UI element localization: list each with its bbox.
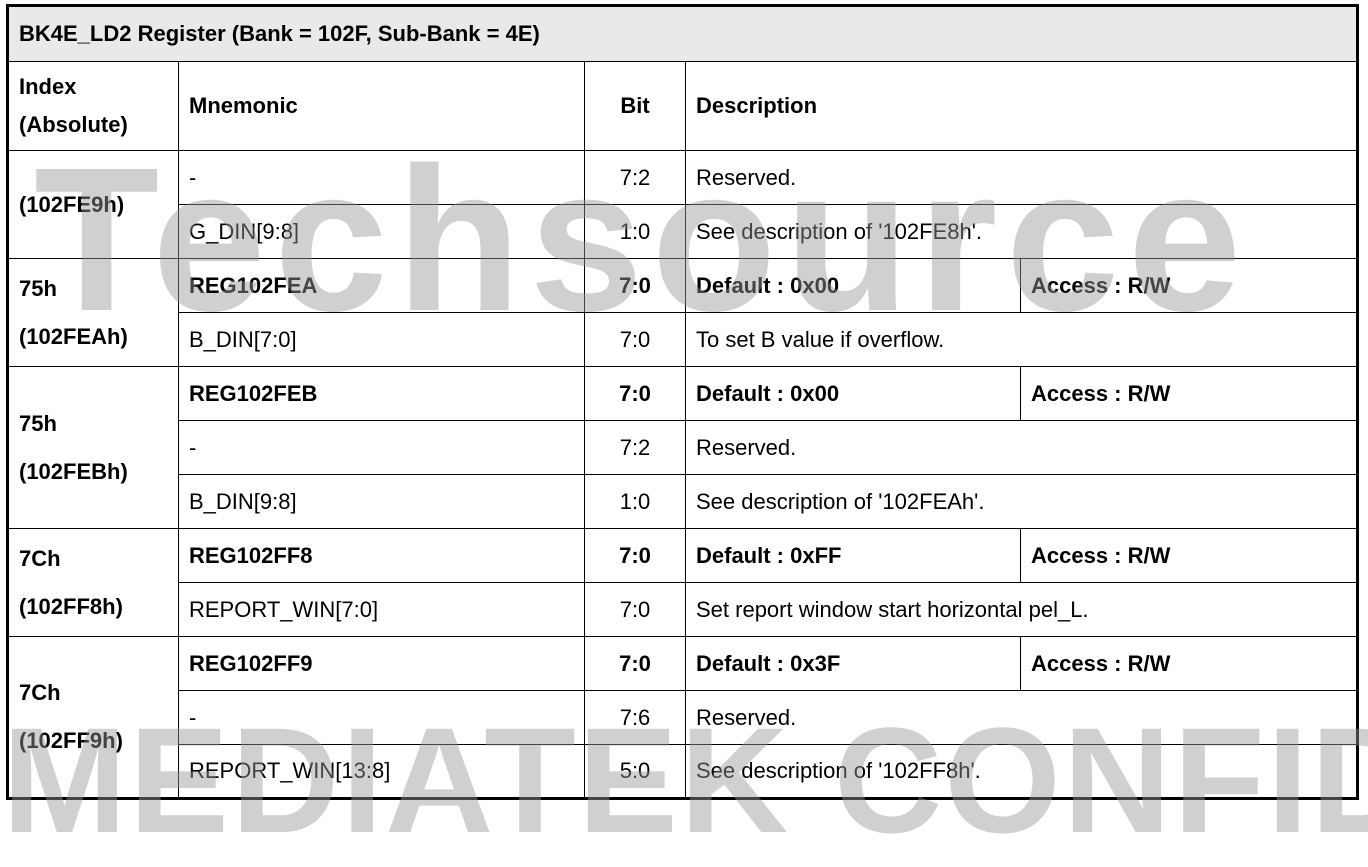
bit-cell: 1:0 xyxy=(584,474,686,529)
mnemonic-cell: - xyxy=(178,150,585,205)
description-cell: See description of '102FF8h'. xyxy=(684,744,1359,799)
index-line1: (102FE9h) xyxy=(19,191,125,217)
index-line2: (102FEBh) xyxy=(19,458,128,484)
table-row: REPORT_WIN[7:0] 7:0 Set report window st… xyxy=(8,582,1359,637)
bit-cell: 7:6 xyxy=(584,690,686,745)
header-mnemonic: Mnemonic xyxy=(178,61,585,151)
index-line1: 75h xyxy=(19,410,57,436)
index-cell: 7Ch (102FF9h) xyxy=(7,636,179,799)
index-cell: 75h (102FEAh) xyxy=(7,258,179,367)
register-name-cell: REG102FEA xyxy=(178,258,585,313)
index-line2: (102FF8h) xyxy=(19,593,123,619)
access-cell: Access : R/W xyxy=(1019,528,1359,583)
mnemonic-cell: B_DIN[7:0] xyxy=(178,312,585,367)
table-title-row: BK4E_LD2 Register (Bank = 102F, Sub-Bank… xyxy=(6,5,1359,62)
table-row: - 7:6 Reserved. xyxy=(8,690,1359,745)
table-row: 75h (102FEAh) REG102FEA 7:0 Default : 0x… xyxy=(7,258,1359,367)
table-row: G_DIN[9:8] 1:0 See description of '102FE… xyxy=(8,204,1359,259)
mnemonic-cell: REPORT_WIN[7:0] xyxy=(178,582,585,637)
table-row: - 7:2 Reserved. xyxy=(8,420,1359,475)
access-cell: Access : R/W xyxy=(1019,258,1359,313)
default-cell: Default : 0x00 xyxy=(685,366,1021,421)
bit-cell: 7:0 xyxy=(584,582,686,637)
mnemonic-cell: - xyxy=(178,420,585,475)
bit-cell: 1:0 xyxy=(584,204,686,259)
bit-cell: 7:0 xyxy=(584,258,686,313)
bit-cell: 7:0 xyxy=(584,312,686,367)
header-description: Description xyxy=(684,61,1359,151)
bit-cell: 7:2 xyxy=(584,420,686,475)
description-cell: Reserved. xyxy=(684,690,1359,745)
default-cell: Default : 0x00 xyxy=(685,258,1021,313)
table-row: 7Ch (102FF9h) REG102FF9 7:0 Default : 0x… xyxy=(7,636,1359,799)
index-cell: 75h (102FEBh) xyxy=(7,366,179,529)
table-row: 7Ch (102FF8h) REG102FF8 7:0 Default : 0x… xyxy=(7,528,1359,637)
mnemonic-cell: B_DIN[9:8] xyxy=(178,474,585,529)
table-row: (102FE9h) - 7:2 Reserved. xyxy=(7,150,1359,259)
index-cell: (102FE9h) xyxy=(7,150,179,259)
header-index-line1: Index xyxy=(19,74,77,99)
header-index: Index (Absolute) xyxy=(7,61,179,151)
mnemonic-cell: REPORT_WIN[13:8] xyxy=(178,744,585,799)
table-row: B_DIN[7:0] 7:0 To set B value if overflo… xyxy=(8,312,1359,367)
description-cell: Reserved. xyxy=(684,420,1359,475)
index-line1: 75h xyxy=(19,275,57,301)
register-name-cell: REG102FEB xyxy=(178,366,585,421)
header-bit: Bit xyxy=(584,61,686,151)
bit-cell: 7:2 xyxy=(584,150,686,205)
index-cell: 7Ch (102FF8h) xyxy=(7,528,179,637)
table-row: REPORT_WIN[13:8] 5:0 See description of … xyxy=(8,744,1359,799)
bit-cell: 5:0 xyxy=(584,744,686,799)
header-index-line2: (Absolute) xyxy=(19,112,128,137)
bit-cell: 7:0 xyxy=(584,636,686,691)
description-cell: Reserved. xyxy=(684,150,1359,205)
mnemonic-cell: - xyxy=(178,690,585,745)
default-cell: Default : 0x3F xyxy=(685,636,1021,691)
register-table: BK4E_LD2 Register (Bank = 102F, Sub-Bank… xyxy=(6,4,1360,800)
default-cell: Default : 0xFF xyxy=(685,528,1021,583)
table-row: B_DIN[9:8] 1:0 See description of '102FE… xyxy=(8,474,1359,529)
description-cell: See description of '102FEAh'. xyxy=(684,474,1359,529)
table-row: 75h (102FEBh) REG102FEB 7:0 Default : 0x… xyxy=(7,366,1359,529)
bit-cell: 7:0 xyxy=(584,528,686,583)
access-cell: Access : R/W xyxy=(1019,636,1359,691)
register-name-cell: REG102FF8 xyxy=(178,528,585,583)
index-line2: (102FEAh) xyxy=(19,323,128,349)
description-cell: See description of '102FE8h'. xyxy=(684,204,1359,259)
description-cell: To set B value if overflow. xyxy=(684,312,1359,367)
table-title: BK4E_LD2 Register (Bank = 102F, Sub-Bank… xyxy=(6,5,1359,62)
header-row: Index (Absolute) Mnemonic Bit Descriptio… xyxy=(7,61,1359,151)
register-sheet: BK4E_LD2 Register (Bank = 102F, Sub-Bank… xyxy=(2,4,1368,864)
mnemonic-cell: G_DIN[9:8] xyxy=(178,204,585,259)
index-line1: 7Ch xyxy=(19,545,61,571)
index-line1: 7Ch xyxy=(19,680,61,705)
access-cell: Access : R/W xyxy=(1019,366,1359,421)
description-cell: Set report window start horizontal pel_L… xyxy=(684,582,1359,637)
index-line2: (102FF9h) xyxy=(19,728,123,753)
register-name-cell: REG102FF9 xyxy=(178,636,585,691)
bit-cell: 7:0 xyxy=(584,366,686,421)
